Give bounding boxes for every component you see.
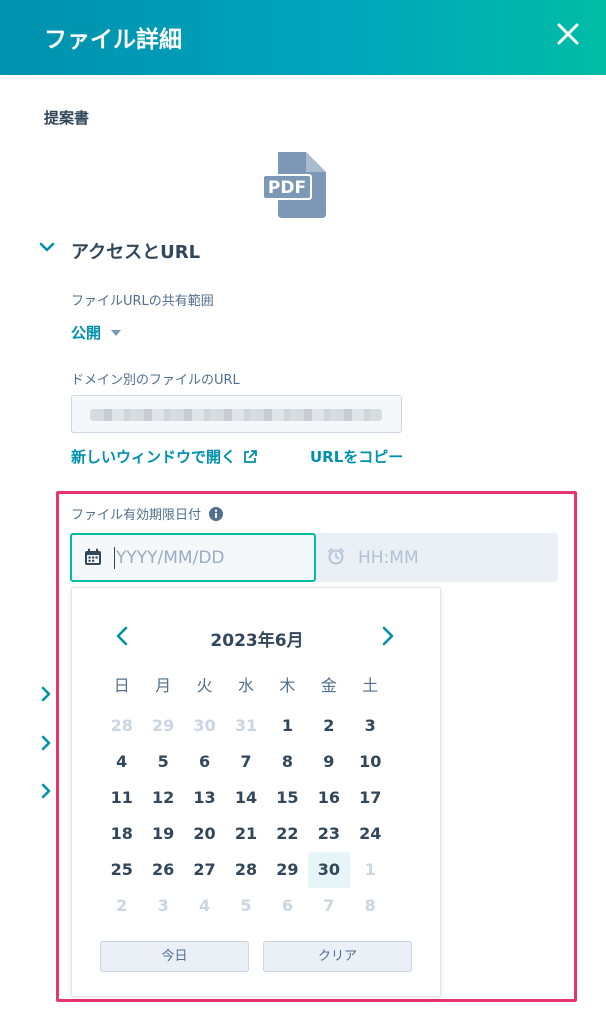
text-cursor [114,547,115,569]
weekday-label: 木 [279,676,296,695]
calendar-day[interactable]: 7 [225,744,266,780]
calendar-day[interactable]: 28 [225,852,266,888]
share-scope-value[interactable]: 公開 [71,322,101,343]
calendar-day[interactable]: 25 [101,852,142,888]
calendar-day[interactable]: 15 [267,780,308,816]
alarm-clock-icon [328,548,344,565]
calendar-day[interactable]: 23 [308,816,349,852]
date-placeholder: YYYY/MM/DD [116,548,225,568]
domain-url-label: ドメイン別のファイルのURL [71,373,240,388]
chevron-right-icon[interactable] [39,686,53,702]
close-button[interactable] [552,18,584,50]
calendar-day[interactable]: 16 [308,780,349,816]
expiry-date-label: ファイル有効期限日付 [71,504,224,523]
calendar-week-row: 11 12 13 14 15 16 17 [101,780,391,814]
calendar-day-outside-month[interactable]: 5 [225,888,266,924]
calendar-week-row: 18 19 20 21 22 23 24 [101,816,391,850]
copy-url-link[interactable]: URLをコピー [310,446,403,467]
calendar-week-row: 25 26 27 28 29 30 1 [101,852,391,888]
file-name: 提案書 [44,109,90,127]
calendar-day-outside-month[interactable]: 7 [308,888,349,924]
close-icon[interactable] [552,18,584,50]
calendar-day-outside-month[interactable]: 28 [101,708,142,744]
calendar-day[interactable]: 20 [184,816,225,852]
time-placeholder: HH:MM [358,548,419,568]
weekday-label: 火 [196,676,213,695]
calendar-day[interactable]: 17 [350,780,391,816]
open-new-window-link[interactable]: 新しいウィンドウで開く [71,446,258,467]
calendar-day-outside-month[interactable]: 31 [225,708,266,744]
calendar-day[interactable]: 9 [308,744,349,780]
chevron-down-icon[interactable] [38,238,56,256]
calendar-day[interactable]: 26 [142,852,183,888]
external-link-icon[interactable] [242,449,258,465]
panel-header: ファイル詳細 [0,0,606,75]
calendar-day-outside-month[interactable]: 8 [350,888,391,924]
calendar-day-outside-month[interactable]: 1 [350,852,391,888]
weekday-label: 土 [362,676,379,695]
calendar-day-outside-month[interactable]: 30 [184,708,225,744]
chevron-right-icon[interactable] [376,625,398,647]
open-new-window-label[interactable]: 新しいウィンドウで開く [71,446,236,467]
calendar-day-outside-month[interactable]: 4 [184,888,225,924]
calendar-day[interactable]: 13 [184,780,225,816]
pdf-file-icon: PDF [260,150,332,220]
pdf-icon-label: PDF [268,178,306,198]
calendar-day[interactable]: 29 [267,852,308,888]
section-title-access[interactable]: アクセスとURL [71,238,200,264]
calendar-day[interactable]: 6 [184,744,225,780]
calendar-day[interactable]: 21 [225,816,266,852]
weekday-header: 日 月 火 水 木 金 土 [101,669,391,703]
expiry-date-input[interactable]: YYYY/MM/DD [70,533,316,582]
calendar-day-selected[interactable]: 30 [308,852,350,888]
weekday-label: 日 [113,676,130,695]
info-icon[interactable] [209,506,224,521]
file-url-field[interactable] [71,395,402,433]
calendar-day[interactable]: 12 [142,780,183,816]
blurred-url [90,409,382,421]
calendar-day[interactable]: 5 [142,744,183,780]
calendar-day[interactable]: 22 [267,816,308,852]
chevron-right-icon[interactable] [39,783,53,799]
calendar-day[interactable]: 1 [267,708,308,744]
expiry-date-label-text: ファイル有効期限日付 [71,508,202,523]
calendar-week-row: 28 29 30 31 1 2 3 [101,708,391,742]
calendar-day[interactable]: 18 [101,816,142,852]
weekday-label: 金 [320,676,337,695]
calendar-day-outside-month[interactable]: 29 [142,708,183,744]
chevron-right-icon[interactable] [39,735,53,751]
expiry-time-input[interactable]: HH:MM [316,533,558,582]
calendar-day[interactable]: 4 [101,744,142,780]
calendar-week-row: 2 3 4 5 6 7 8 [101,888,391,922]
calendar-day[interactable]: 24 [350,816,391,852]
calendar-day[interactable]: 11 [101,780,142,816]
calendar-day-outside-month[interactable]: 2 [101,888,142,924]
date-picker-popup: 2023年6月 日 月 火 水 木 金 土 28 29 30 31 1 2 3 … [71,587,441,997]
share-scope-label: ファイルURLの共有範囲 [71,294,214,309]
caret-down-icon[interactable] [111,329,122,336]
calendar-day[interactable]: 19 [142,816,183,852]
clear-button[interactable]: クリア [263,941,412,972]
calendar-day[interactable]: 14 [225,780,266,816]
calendar-week-row: 4 5 6 7 8 9 10 [101,744,391,778]
calendar-day[interactable]: 3 [350,708,391,744]
weekday-label: 水 [237,676,254,695]
calendar-day[interactable]: 27 [184,852,225,888]
panel-title: ファイル詳細 [44,27,182,53]
calendar-day[interactable]: 2 [308,708,349,744]
weekday-label: 月 [155,676,172,695]
share-scope-dropdown[interactable]: 公開 [71,322,122,343]
today-button[interactable]: 今日 [100,941,249,972]
calendar-icon [85,548,101,565]
calendar-day[interactable]: 10 [350,744,391,780]
calendar-day[interactable]: 8 [267,744,308,780]
calendar-day-outside-month[interactable]: 6 [267,888,308,924]
calendar-day-outside-month[interactable]: 3 [142,888,183,924]
